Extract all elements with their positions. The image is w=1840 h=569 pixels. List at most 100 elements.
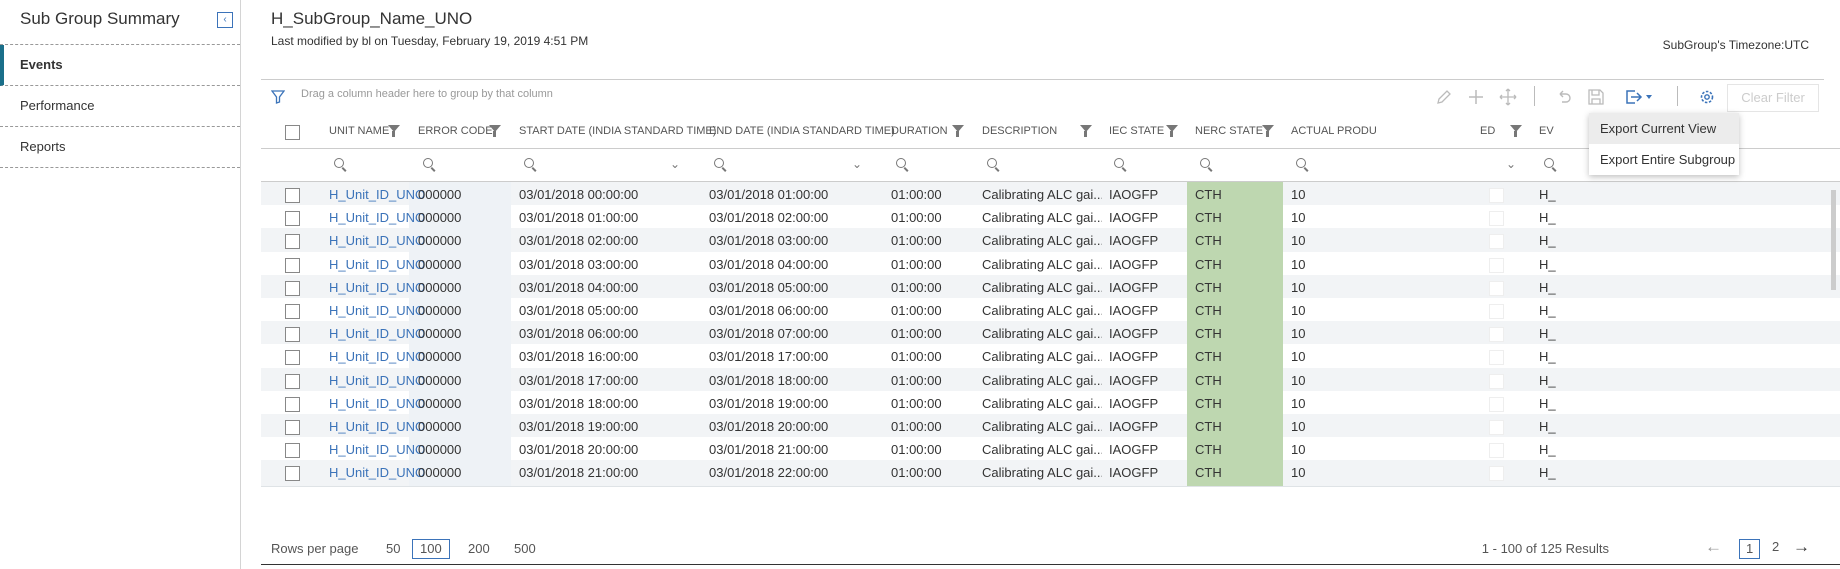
column-header-error-code[interactable]: ERROR CODE — [418, 114, 493, 148]
row-checkbox[interactable] — [285, 234, 300, 250]
row-ed-checkbox[interactable] — [1489, 350, 1504, 366]
row-checkbox[interactable] — [285, 280, 300, 296]
ev-cell: H_ — [1539, 419, 1556, 434]
page-size-500[interactable]: 500 — [514, 541, 536, 556]
collapse-sidebar-icon[interactable]: ‹ — [217, 12, 233, 28]
column-header-unit-name[interactable]: UNIT NAME — [329, 114, 389, 148]
column-filter-icon[interactable] — [489, 125, 501, 137]
clear-filter-button[interactable]: Clear Filter — [1727, 84, 1819, 112]
row-ed-checkbox[interactable] — [1489, 211, 1504, 227]
column-header-nerc-state[interactable]: NERC STATE — [1195, 114, 1263, 148]
gear-icon[interactable] — [1698, 88, 1716, 106]
filter-icon[interactable] — [271, 90, 285, 104]
last-modified-text: Last modified by bl on Tuesday, February… — [271, 34, 589, 48]
column-filter-icon[interactable] — [1510, 125, 1522, 137]
page-size-200[interactable]: 200 — [468, 541, 490, 556]
sidebar-item-events[interactable]: Events — [0, 45, 240, 86]
page-size-50[interactable]: 50 — [386, 541, 400, 556]
sidebar-item-reports[interactable]: Reports — [0, 127, 240, 168]
undo-icon[interactable] — [1555, 88, 1573, 106]
chevron-down-icon[interactable]: ⌄ — [1506, 157, 1516, 171]
row-ed-checkbox[interactable] — [1489, 304, 1504, 319]
page-size-100[interactable]: 100 — [412, 539, 450, 559]
column-header-actual-production[interactable]: ACTUAL PRODU — [1291, 114, 1377, 148]
export-entire-subgroup-item[interactable]: Export Entire Subgroup — [1589, 144, 1739, 175]
error-code-cell: 000000 — [418, 395, 462, 411]
column-header-iec-state[interactable]: IEC STATE — [1109, 114, 1164, 148]
unit-name-link[interactable]: H_Unit_ID_UNO — [329, 205, 425, 231]
unit-name-link[interactable]: H_Unit_ID_UNO — [329, 460, 425, 486]
export-icon[interactable] — [1625, 88, 1655, 106]
search-icon[interactable] — [987, 158, 997, 168]
row-ed-checkbox[interactable] — [1489, 257, 1504, 273]
row-ed-checkbox[interactable] — [1489, 420, 1504, 435]
column-header-start-date[interactable]: START DATE (INDIA STANDARD TIME) — [519, 114, 716, 148]
search-icon[interactable] — [1114, 158, 1124, 168]
previous-page-arrow-icon[interactable]: ← — [1705, 537, 1722, 557]
row-ed-checkbox[interactable] — [1489, 396, 1504, 412]
unit-name-link[interactable]: H_Unit_ID_UNO — [329, 344, 425, 370]
unit-name-link[interactable]: H_Unit_ID_UNO — [329, 437, 425, 463]
nerc-state-cell: CTH — [1195, 372, 1222, 388]
row-ed-checkbox[interactable] — [1489, 234, 1504, 250]
column-filter-icon[interactable] — [1262, 125, 1274, 137]
export-current-view-item[interactable]: Export Current View — [1589, 113, 1739, 144]
select-all-checkbox[interactable] — [285, 125, 300, 140]
row-checkbox[interactable] — [285, 188, 300, 203]
edit-icon[interactable] — [1435, 88, 1453, 106]
search-icon[interactable] — [1296, 158, 1306, 168]
add-icon[interactable] — [1467, 88, 1485, 106]
unit-name-link[interactable]: H_Unit_ID_UNO — [329, 391, 425, 417]
column-header-ed[interactable]: ED — [1480, 114, 1495, 148]
chevron-down-icon[interactable]: ⌄ — [852, 157, 862, 171]
column-filter-icon[interactable] — [1166, 125, 1178, 137]
unit-name-link[interactable]: H_Unit_ID_UNO — [329, 275, 425, 301]
row-ed-checkbox[interactable] — [1489, 466, 1504, 482]
unit-name-link[interactable]: H_Unit_ID_UNO — [329, 321, 425, 347]
column-header-duration[interactable]: DURATION — [891, 114, 948, 148]
row-ed-checkbox[interactable] — [1489, 188, 1504, 203]
row-checkbox[interactable] — [285, 466, 300, 482]
row-checkbox[interactable] — [285, 373, 300, 389]
column-header-end-date[interactable]: END DATE (INDIA STANDARD TIME) — [709, 114, 895, 148]
row-checkbox[interactable] — [285, 420, 300, 435]
column-header-description[interactable]: DESCRIPTION — [982, 114, 1057, 148]
column-header-ev[interactable]: EV — [1539, 114, 1554, 148]
unit-name-link[interactable]: H_Unit_ID_UNO — [329, 182, 425, 208]
unit-name-link[interactable]: H_Unit_ID_UNO — [329, 414, 425, 440]
next-page-arrow-icon[interactable]: → — [1793, 537, 1810, 557]
search-icon[interactable] — [334, 158, 344, 168]
row-ed-checkbox[interactable] — [1489, 327, 1504, 343]
table-row[interactable]: H_Unit_ID_UNO 000000 03/01/2018 21:00:00 03… — [261, 460, 1840, 488]
row-ed-checkbox[interactable] — [1489, 443, 1504, 459]
unit-name-link[interactable]: H_Unit_ID_UNO — [329, 228, 425, 254]
chevron-down-icon[interactable]: ⌄ — [670, 157, 680, 171]
vertical-scrollbar[interactable] — [1831, 190, 1836, 290]
page-button-2[interactable]: 2 — [1772, 539, 1779, 554]
search-icon[interactable] — [1544, 158, 1554, 168]
row-ed-checkbox[interactable] — [1489, 373, 1504, 389]
row-checkbox[interactable] — [285, 396, 300, 412]
row-checkbox[interactable] — [285, 327, 300, 343]
unit-name-link[interactable]: H_Unit_ID_UNO — [329, 368, 425, 394]
unit-name-link[interactable]: H_Unit_ID_UNO — [329, 298, 425, 324]
column-filter-icon[interactable] — [952, 125, 964, 137]
search-icon[interactable] — [423, 158, 433, 168]
row-checkbox[interactable] — [285, 443, 300, 459]
row-ed-checkbox[interactable] — [1489, 280, 1504, 296]
sidebar-item-performance[interactable]: Performance — [0, 86, 240, 127]
row-checkbox[interactable] — [285, 211, 300, 227]
search-icon[interactable] — [896, 158, 906, 168]
column-filter-icon[interactable] — [388, 125, 400, 137]
row-checkbox[interactable] — [285, 304, 300, 319]
search-icon[interactable] — [524, 158, 534, 168]
move-icon[interactable] — [1499, 88, 1517, 106]
unit-name-link[interactable]: H_Unit_ID_UNO — [329, 252, 425, 278]
row-checkbox[interactable] — [285, 350, 300, 366]
row-checkbox[interactable] — [285, 257, 300, 273]
search-icon[interactable] — [714, 158, 724, 168]
save-icon[interactable] — [1587, 88, 1605, 106]
column-filter-icon[interactable] — [1080, 125, 1092, 137]
search-icon[interactable] — [1200, 158, 1210, 168]
page-button-1[interactable]: 1 — [1739, 539, 1761, 559]
